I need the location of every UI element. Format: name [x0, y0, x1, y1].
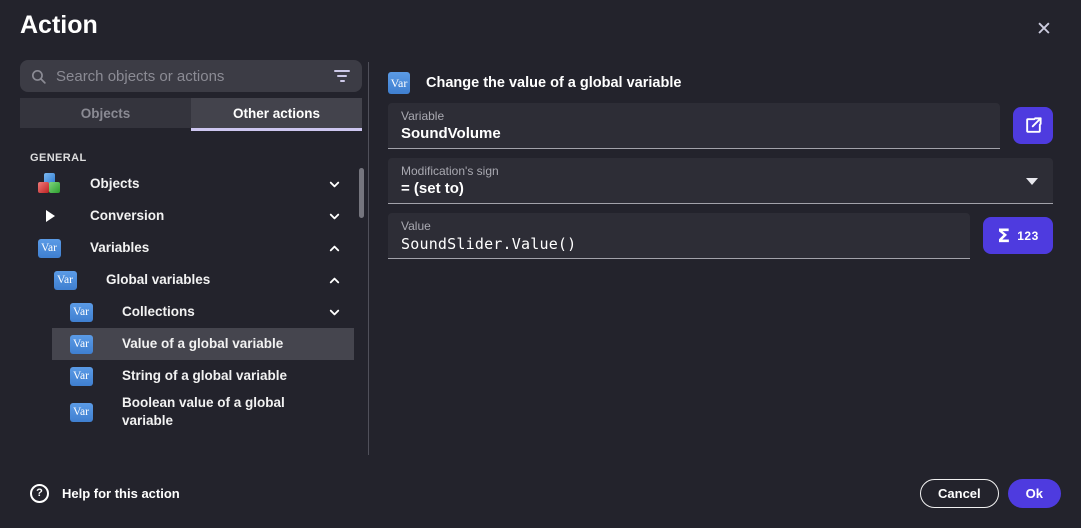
- dialog-footer: ? Help for this action Cancel Ok: [0, 458, 1081, 528]
- scrollbar-thumb[interactable]: [359, 168, 364, 218]
- left-panel: Objects Other actions GENERAL Objects Con…: [20, 60, 362, 456]
- tree-item-conversion[interactable]: Conversion: [20, 200, 354, 232]
- modification-sign-select[interactable]: Modification's sign = (set to): [388, 158, 1053, 204]
- chevron-down-icon[interactable]: [321, 177, 342, 192]
- help-link[interactable]: ? Help for this action: [30, 484, 180, 503]
- action-dialog: Action ✕ Objects Other actions GENERAL O…: [0, 0, 1081, 528]
- sigma-icon: Σ: [997, 225, 1010, 247]
- numeric-123-label: 123: [1017, 229, 1039, 243]
- tree-item-label: Variables: [90, 239, 149, 257]
- tab-objects[interactable]: Objects: [20, 98, 191, 128]
- open-in-new-icon: [1024, 116, 1043, 135]
- tree-item-value-of-a-global-variable[interactable]: Var Value of a global variable: [52, 328, 354, 360]
- tree-item-label: Collections: [122, 303, 195, 321]
- tree-item-string-of-a-global-variable[interactable]: Var String of a global variable: [52, 360, 354, 392]
- dialog-title: Action: [20, 11, 98, 40]
- var-icon: Var: [53, 271, 77, 290]
- sign-field-label: Modification's sign: [401, 164, 1040, 178]
- chevron-up-icon[interactable]: [321, 273, 342, 288]
- var-icon: Var: [69, 335, 93, 354]
- search-input[interactable]: [56, 68, 332, 85]
- value-field: Value: [388, 213, 970, 259]
- tree-item-label: Global variables: [106, 271, 210, 289]
- chevron-down-icon[interactable]: [321, 305, 342, 320]
- editor-title: Change the value of a global variable: [426, 75, 681, 91]
- sign-field-row: Modification's sign = (set to): [388, 158, 1053, 204]
- tree-item-label: Boolean value of a global variable: [122, 394, 304, 430]
- chevron-down-icon[interactable]: [321, 209, 342, 224]
- action-tree: Objects Conversion Var Variables Var Global v…: [20, 168, 362, 432]
- help-label: Help for this action: [62, 486, 180, 501]
- panel-divider: [368, 62, 369, 455]
- tree-item-boolean-value-of-a-global-variable[interactable]: Var Boolean value of a global variable: [52, 392, 354, 432]
- chevron-up-icon[interactable]: [321, 241, 342, 256]
- play-triangle-icon: [37, 210, 61, 222]
- tree-item-label: Conversion: [90, 207, 164, 225]
- tree-item-collections[interactable]: Var Collections: [52, 296, 354, 328]
- expression-builder-button[interactable]: Σ 123: [983, 217, 1053, 254]
- variable-field-row: Variable: [388, 103, 1053, 149]
- var-icon: Var: [37, 239, 61, 258]
- value-field-row: Value Σ 123: [388, 213, 1053, 259]
- tree-item-label: Value of a global variable: [122, 335, 283, 353]
- filter-icon[interactable]: [332, 66, 352, 86]
- editor-panel: Var Change the value of a global variabl…: [388, 72, 1053, 259]
- tree-section-label: GENERAL: [30, 152, 362, 164]
- tree-item-label: String of a global variable: [122, 367, 287, 385]
- footer-buttons: Cancel Ok: [920, 479, 1061, 508]
- value-field-label: Value: [401, 219, 957, 233]
- tree-item-global-variables[interactable]: Var Global variables: [36, 264, 354, 296]
- var-icon: Var: [69, 303, 93, 322]
- value-expression-input[interactable]: [401, 235, 957, 253]
- search-icon: [30, 68, 47, 85]
- dropdown-arrow-icon: [1026, 178, 1038, 185]
- variable-input[interactable]: [401, 125, 987, 142]
- tree-item-objects[interactable]: Objects: [20, 168, 354, 200]
- editor-header: Var Change the value of a global variabl…: [388, 72, 1053, 94]
- sign-field-value: = (set to): [401, 180, 1040, 197]
- tree-item-label: Objects: [90, 175, 140, 193]
- tab-bar: Objects Other actions: [20, 98, 362, 128]
- ok-button[interactable]: Ok: [1008, 479, 1061, 508]
- search-bar: [20, 60, 362, 92]
- tree-item-variables[interactable]: Var Variables: [20, 232, 354, 264]
- objects-cubes-icon: [37, 173, 61, 195]
- var-icon: Var: [69, 403, 93, 422]
- close-icon[interactable]: ✕: [1031, 16, 1057, 42]
- variable-field: Variable: [388, 103, 1000, 149]
- help-question-icon: ?: [30, 484, 49, 503]
- open-variable-editor-button[interactable]: [1013, 107, 1053, 144]
- var-icon: Var: [388, 72, 410, 94]
- cancel-button[interactable]: Cancel: [920, 479, 999, 508]
- tab-other-actions[interactable]: Other actions: [191, 98, 362, 128]
- var-icon: Var: [69, 367, 93, 386]
- variable-field-label: Variable: [401, 109, 987, 123]
